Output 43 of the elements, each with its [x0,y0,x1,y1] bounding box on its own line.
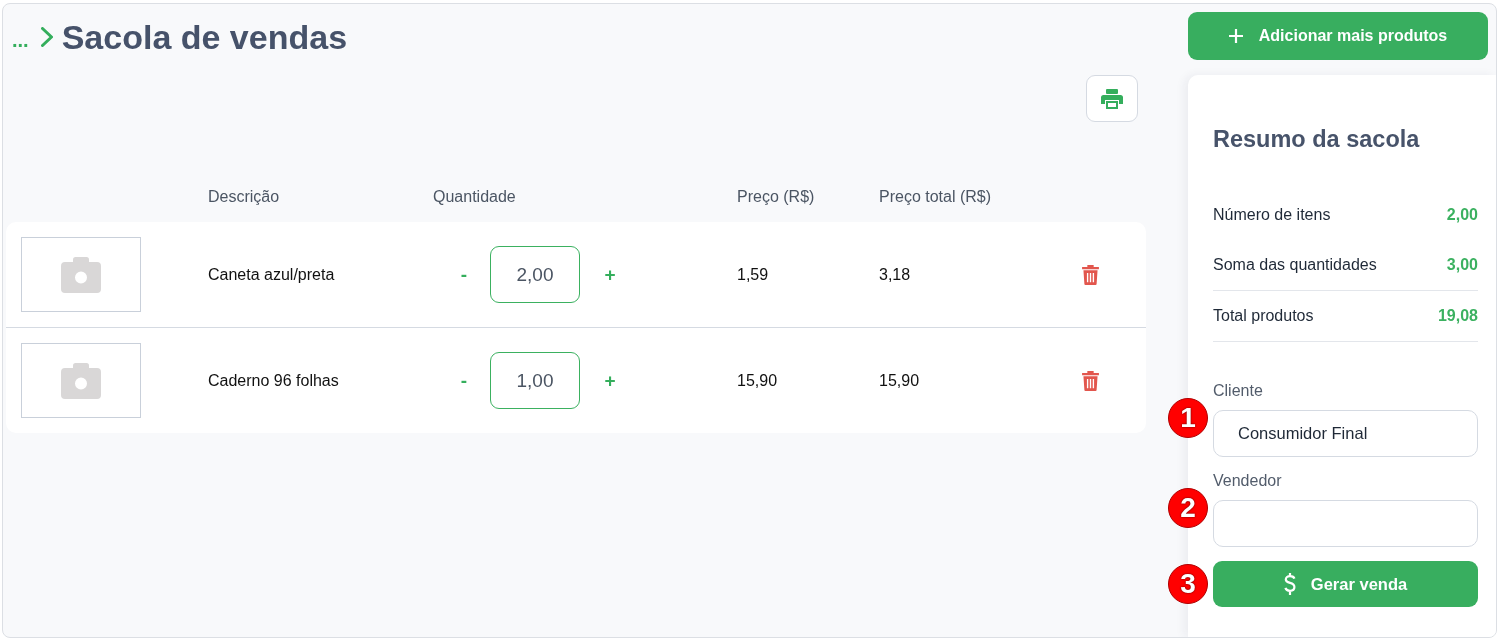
decrement-button[interactable]: - [452,262,476,287]
product-name: Caneta azul/preta [208,265,336,284]
column-header: Preço total (R$) [879,188,993,206]
unit-price: 15,90 [737,371,779,390]
camera-icon [61,256,101,293]
quantity-field[interactable]: 2,00 [490,246,580,303]
trash-icon[interactable] [1082,264,1099,285]
print-button[interactable] [1086,75,1138,122]
total-price: 15,90 [879,371,921,390]
summary-label: Total produtos [1213,307,1314,325]
total-price: 3,18 [879,265,912,284]
callout-marker: 3 [1168,564,1208,604]
product-name: Caderno 96 folhas [208,371,340,390]
summary-value: 19,08 [1437,307,1478,325]
summary-value: 2,00 [1446,206,1478,224]
camera-icon [61,362,101,399]
decrement-button[interactable]: - [452,368,476,393]
add-products-button[interactable]: Adicionar mais produtos [1188,12,1488,60]
increment-button[interactable]: + [598,368,622,393]
column-header: Preço (R$) [737,188,816,206]
unit-price: 1,59 [737,265,770,284]
dollar-sign-icon [1283,573,1296,595]
breadcrumb-link[interactable]: ... [12,30,29,50]
text-field[interactable] [1213,500,1478,547]
generate-sale-button[interactable]: Gerar venda [1213,561,1478,607]
callout-marker: 2 [1168,488,1208,528]
field-label: Cliente [1213,382,1263,400]
column-header: Quantidade [433,188,517,206]
summary-label: Número de itens [1213,206,1331,224]
text-field[interactable]: Consumidor Final [1213,410,1478,457]
summary-label: Soma das quantidades [1213,256,1377,274]
quantity-field[interactable]: 1,00 [490,352,580,409]
column-header: Descrição [208,188,281,206]
summary-value: 3,00 [1446,256,1478,274]
callout-marker: 1 [1168,398,1208,438]
field-label: Vendedor [1213,472,1282,490]
trash-icon[interactable] [1082,370,1099,391]
page-title: Sacola de vendas [61,18,348,56]
summary-title: Resumo da sacola [1213,125,1421,153]
chevron-right-icon [40,27,53,47]
plus-icon [1228,29,1243,43]
printer-icon [1101,88,1123,109]
increment-button[interactable]: + [598,262,622,287]
